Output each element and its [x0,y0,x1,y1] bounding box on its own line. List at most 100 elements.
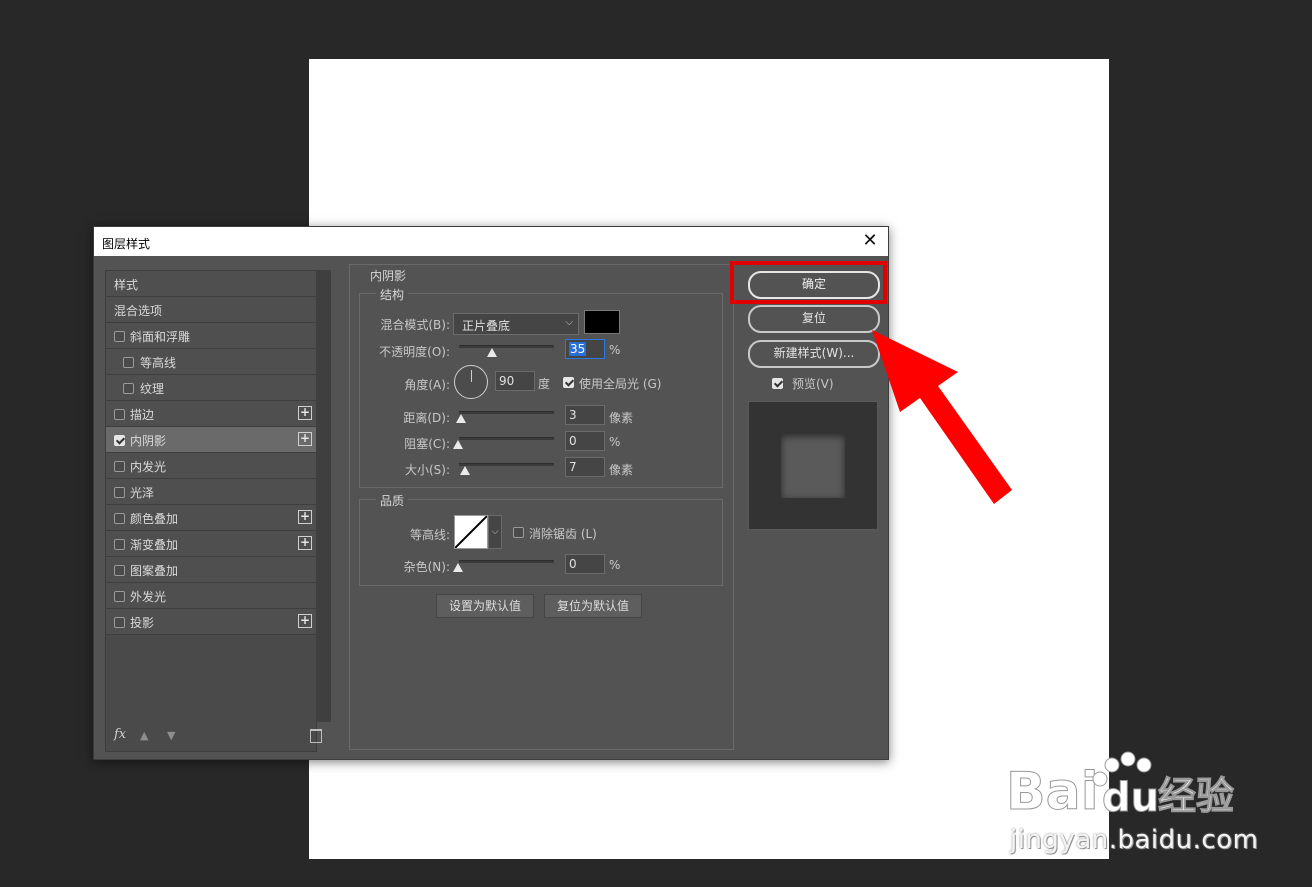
noise-slider-track[interactable] [459,560,554,563]
angle-dial[interactable] [454,365,488,399]
inner-glow-checkbox[interactable] [114,461,125,472]
color-overlay-checkbox[interactable] [114,513,125,524]
angle-value: 90 [499,374,515,388]
list-item-texture[interactable]: 纹理 [106,375,316,401]
distance-value: 3 [569,408,577,422]
move-down-icon[interactable]: ▼ [167,729,175,742]
styles-list-scrollbar[interactable] [316,270,331,722]
add-color-overlay-plus-icon[interactable]: + [298,510,312,524]
list-item-gradient-overlay[interactable]: 渐变叠加 + [106,531,316,557]
layer-style-dialog: 图层样式 ✕ 样式 混合选项 斜面和浮雕 等高线 纹理 描边 + 内阴影 + 内… [93,226,889,760]
add-drop-shadow-plus-icon[interactable]: + [298,614,312,628]
texture-checkbox[interactable] [123,383,134,394]
list-item-label: 外发光 [130,590,167,604]
close-icon[interactable]: ✕ [858,229,882,253]
opacity-value: 35 [569,342,587,356]
list-item-blending-options[interactable]: 混合选项 [106,297,316,323]
noise-label: 杂色(N): [403,560,450,574]
drop-shadow-checkbox[interactable] [114,617,125,628]
distance-slider-thumb[interactable] [456,414,466,423]
add-inner-shadow-plus-icon[interactable]: + [298,432,312,446]
choke-value: 0 [569,434,577,448]
list-item-label: 斜面和浮雕 [130,330,191,344]
noise-slider-thumb[interactable] [453,563,463,572]
size-input[interactable]: 7 [565,457,605,477]
list-item-stroke[interactable]: 描边 + [106,401,316,427]
list-item-bevel-emboss[interactable]: 斜面和浮雕 [106,323,316,349]
svg-text:Bai: Bai [1006,762,1099,822]
choke-unit: % [609,435,621,449]
inner-shadow-checkbox[interactable] [114,435,125,446]
dialog-titlebar: 图层样式 ✕ [94,227,888,256]
list-item-label: 投影 [130,616,155,630]
contour-preview[interactable] [454,515,488,549]
opacity-input[interactable]: 35 [565,339,605,359]
reset-default-button[interactable]: 复位为默认值 [544,594,642,618]
angle-input[interactable]: 90 [495,371,535,391]
size-label: 大小(S): [404,463,450,477]
structure-title: 结构 [376,286,409,303]
list-item-label: 等高线 [140,356,177,370]
anti-alias-label: 消除锯齿 (L) [529,527,597,541]
chevron-down-icon: ⌵ [565,317,573,328]
shadow-color-swatch[interactable] [584,310,620,334]
list-item-color-overlay[interactable]: 颜色叠加 + [106,505,316,531]
bevel-emboss-checkbox[interactable] [114,331,125,342]
list-item-label: 混合选项 [114,304,163,318]
dialog-title: 图层样式 [102,237,151,251]
list-item-label: 内发光 [130,460,167,474]
make-default-button[interactable]: 设置为默认值 [436,594,534,618]
contour-dropdown-icon[interactable]: ⌵ [488,515,502,549]
blend-mode-select[interactable]: 正片叠底 ⌵ [453,313,579,335]
choke-slider-track[interactable] [459,437,554,440]
fx-icon[interactable]: fx [114,727,126,742]
list-item-inner-shadow[interactable]: 内阴影 + [106,427,316,453]
add-gradient-overlay-plus-icon[interactable]: + [298,536,312,550]
satin-checkbox[interactable] [114,487,125,498]
list-item-label: 描边 [130,408,155,422]
distance-input[interactable]: 3 [565,405,605,425]
list-item-styles[interactable]: 样式 [106,271,316,297]
size-slider-thumb[interactable] [460,466,470,475]
move-up-icon[interactable]: ▲ [140,729,148,742]
blend-mode-value: 正片叠底 [462,319,511,333]
list-item-label: 颜色叠加 [130,512,179,526]
gradient-overlay-checkbox[interactable] [114,539,125,550]
preview-label: 预览(V) [792,377,834,391]
pattern-overlay-checkbox[interactable] [114,565,125,576]
angle-label: 角度(A): [404,378,450,392]
outer-glow-checkbox[interactable] [114,591,125,602]
opacity-unit: % [609,343,621,357]
list-item-label: 光泽 [130,486,155,500]
choke-input[interactable]: 0 [565,431,605,451]
list-item-contour[interactable]: 等高线 [106,349,316,375]
preview-swatch [781,434,845,498]
noise-input[interactable]: 0 [565,554,605,574]
stroke-checkbox[interactable] [114,409,125,420]
list-item-pattern-overlay[interactable]: 图案叠加 [106,557,316,583]
svg-text:du: du [1102,775,1159,821]
noise-unit: % [609,558,621,572]
anti-alias-checkbox[interactable] [513,527,524,538]
opacity-label: 不透明度(O): [379,345,450,359]
contour-checkbox[interactable] [123,357,134,368]
opacity-slider-thumb[interactable] [487,348,497,357]
global-light-checkbox[interactable] [563,377,574,388]
add-stroke-plus-icon[interactable]: + [298,406,312,420]
preview-checkbox[interactable] [772,378,783,389]
choke-slider-thumb[interactable] [453,440,463,449]
list-item-outer-glow[interactable]: 外发光 [106,583,316,609]
list-item-satin[interactable]: 光泽 [106,479,316,505]
quality-group: 品质 等高线: ⌵ 消除锯齿 (L) 杂色(N): 0 % [359,492,723,586]
size-slider-track[interactable] [459,463,554,466]
structure-group: 结构 混合模式(B): 正片叠底 ⌵ 不透明度(O): 35 % 角度(A): … [359,286,723,488]
baidu-watermark: Bai du 经验 jingyan.baidu.com [1000,745,1270,860]
list-item-label: 渐变叠加 [130,538,179,552]
opacity-slider-track[interactable] [459,345,554,348]
size-value: 7 [569,460,577,474]
distance-unit: 像素 [609,411,634,425]
list-item-inner-glow[interactable]: 内发光 [106,453,316,479]
trash-icon[interactable] [310,729,322,743]
list-item-drop-shadow[interactable]: 投影 + [106,609,316,635]
distance-slider-track[interactable] [459,411,554,414]
